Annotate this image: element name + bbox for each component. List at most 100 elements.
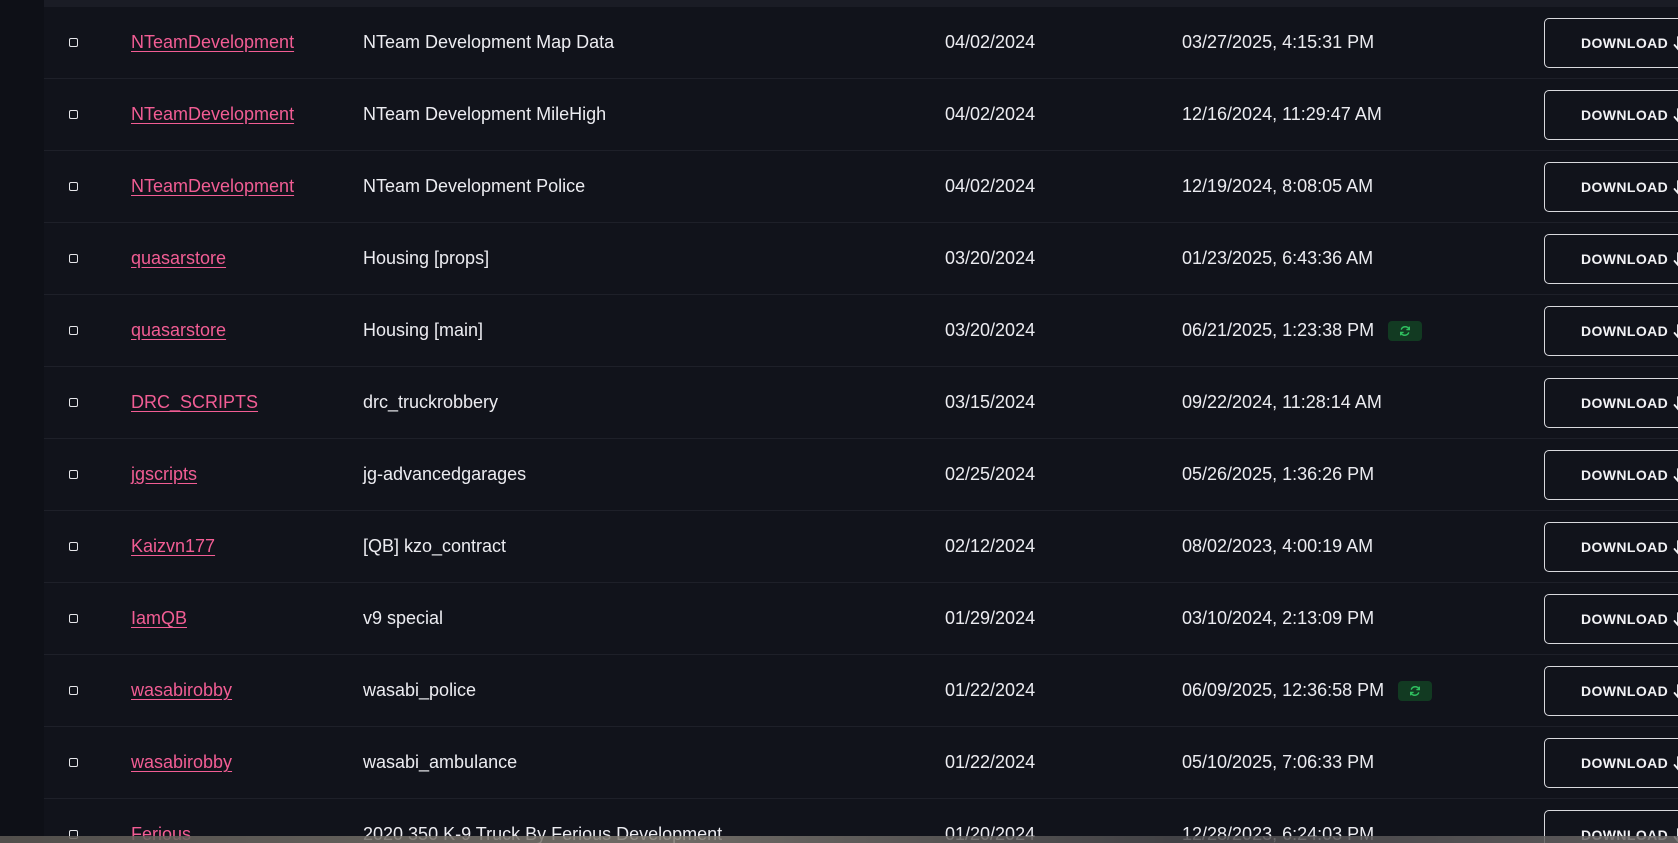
table-row: DRC_SCRIPTS drc_truckrobbery 03/15/2024 … (44, 367, 1678, 439)
table-row: quasarstore Housing [props] 03/20/2024 0… (44, 223, 1678, 295)
download-icon (1673, 683, 1678, 698)
download-icon (1673, 755, 1678, 770)
row-checkbox[interactable] (68, 758, 78, 767)
download-button[interactable]: DOWNLOAD (1544, 665, 1678, 716)
resource-name: wasabi_police (363, 680, 477, 700)
table-row: Kaizvn177 [QB] kzo_contract 02/12/2024 0… (44, 511, 1678, 583)
updated-timestamp: 09/22/2024, 11:28:14 AM (1182, 392, 1382, 412)
row-checkbox[interactable] (68, 614, 78, 623)
download-icon (1673, 251, 1678, 266)
row-checkbox[interactable] (68, 686, 78, 695)
resource-name: Housing [main] (363, 320, 484, 340)
download-button[interactable]: DOWNLOAD (1544, 737, 1678, 788)
updated-timestamp: 08/02/2023, 4:00:19 AM (1182, 536, 1374, 556)
download-button[interactable]: DOWNLOAD (1544, 449, 1678, 500)
download-icon (1673, 467, 1678, 482)
table-header-strip (44, 0, 1678, 7)
row-checkbox[interactable] (68, 38, 78, 47)
download-icon (1673, 179, 1678, 194)
updated-timestamp: 06/21/2025, 1:23:38 PM (1182, 320, 1375, 340)
row-checkbox[interactable] (68, 110, 78, 119)
download-button[interactable]: DOWNLOAD (1544, 17, 1678, 68)
update-available-badge (1398, 680, 1433, 701)
row-checkbox[interactable] (68, 542, 78, 551)
download-button-label: DOWNLOAD (1581, 610, 1669, 627)
download-button-label: DOWNLOAD (1581, 178, 1669, 195)
download-button[interactable]: DOWNLOAD (1544, 377, 1678, 428)
taskbar-edge (0, 836, 1678, 843)
author-link[interactable]: NTeamDevelopment (131, 32, 294, 53)
download-icon (1673, 35, 1678, 50)
created-date: 04/02/2024 (945, 104, 1036, 124)
download-icon (1673, 323, 1678, 338)
updated-timestamp: 12/19/2024, 8:08:05 AM (1182, 176, 1374, 196)
resource-name: v9 special (363, 608, 444, 628)
created-date: 01/22/2024 (945, 680, 1036, 700)
resource-name: NTeam Development Police (363, 176, 586, 196)
resource-name: drc_truckrobbery (363, 392, 499, 412)
download-button-label: DOWNLOAD (1581, 682, 1669, 699)
author-link[interactable]: wasabirobby (131, 680, 232, 701)
created-date: 03/20/2024 (945, 320, 1036, 340)
created-date: 04/02/2024 (945, 32, 1036, 52)
download-button-label: DOWNLOAD (1581, 322, 1669, 339)
table-row: wasabirobby wasabi_police 01/22/2024 06/… (44, 655, 1678, 727)
created-date: 02/25/2024 (945, 464, 1036, 484)
author-link[interactable]: IamQB (131, 608, 187, 629)
row-checkbox[interactable] (68, 254, 78, 263)
table-row: quasarstore Housing [main] 03/20/2024 06… (44, 295, 1678, 367)
created-date: 01/22/2024 (945, 752, 1036, 772)
row-checkbox[interactable] (68, 182, 78, 191)
resource-name: Housing [props] (363, 248, 490, 268)
download-button-label: DOWNLOAD (1581, 538, 1669, 555)
download-button[interactable]: DOWNLOAD (1544, 305, 1678, 356)
download-button-label: DOWNLOAD (1581, 250, 1669, 267)
row-checkbox[interactable] (68, 470, 78, 479)
created-date: 01/29/2024 (945, 608, 1036, 628)
download-button-label: DOWNLOAD (1581, 466, 1669, 483)
author-link[interactable]: Kaizvn177 (131, 536, 215, 557)
resource-name: jg-advancedgarages (363, 464, 527, 484)
row-checkbox[interactable] (68, 398, 78, 407)
author-link[interactable]: NTeamDevelopment (131, 176, 294, 197)
row-checkbox[interactable] (68, 326, 78, 335)
created-date: 03/20/2024 (945, 248, 1036, 268)
download-button-label: DOWNLOAD (1581, 394, 1669, 411)
download-button[interactable]: DOWNLOAD (1544, 521, 1678, 572)
download-button-label: DOWNLOAD (1581, 754, 1669, 771)
download-button[interactable]: DOWNLOAD (1544, 89, 1678, 140)
created-date: 02/12/2024 (945, 536, 1036, 556)
resource-name: NTeam Development MileHigh (363, 104, 607, 124)
updated-timestamp: 01/23/2025, 6:43:36 AM (1182, 248, 1374, 268)
resource-name: wasabi_ambulance (363, 752, 518, 772)
table-row: wasabirobby wasabi_ambulance 01/22/2024 … (44, 727, 1678, 799)
refresh-icon (1410, 685, 1421, 696)
table-row: NTeamDevelopment NTeam Development MileH… (44, 79, 1678, 151)
author-link[interactable]: NTeamDevelopment (131, 104, 294, 125)
updated-timestamp: 03/27/2025, 4:15:31 PM (1182, 32, 1375, 52)
table-body: NTeamDevelopment NTeam Development Map D… (44, 7, 1678, 843)
download-icon (1673, 539, 1678, 554)
download-button[interactable]: DOWNLOAD (1544, 161, 1678, 212)
download-icon (1673, 395, 1678, 410)
download-icon (1673, 611, 1678, 626)
table-row: jgscripts jg-advancedgarages 02/25/2024 … (44, 439, 1678, 511)
author-link[interactable]: wasabirobby (131, 752, 232, 773)
table-row: IamQB v9 special 01/29/2024 03/10/2024, … (44, 583, 1678, 655)
resource-name: [QB] kzo_contract (363, 536, 507, 556)
updated-timestamp: 05/26/2025, 1:36:26 PM (1182, 464, 1375, 484)
updated-timestamp: 03/10/2024, 2:13:09 PM (1182, 608, 1375, 628)
download-button[interactable]: DOWNLOAD (1544, 593, 1678, 644)
updated-timestamp: 12/16/2024, 11:29:47 AM (1182, 104, 1382, 124)
author-link[interactable]: quasarstore (131, 320, 226, 341)
created-date: 04/02/2024 (945, 176, 1036, 196)
resources-table: NTeamDevelopment NTeam Development Map D… (44, 0, 1678, 843)
update-available-badge (1388, 320, 1423, 341)
author-link[interactable]: jgscripts (131, 464, 197, 485)
updated-timestamp: 05/10/2025, 7:06:33 PM (1182, 752, 1375, 772)
page: NTeamDevelopment NTeam Development Map D… (0, 0, 1678, 843)
table-row: NTeamDevelopment NTeam Development Polic… (44, 151, 1678, 223)
author-link[interactable]: DRC_SCRIPTS (131, 392, 258, 413)
download-button[interactable]: DOWNLOAD (1544, 233, 1678, 284)
author-link[interactable]: quasarstore (131, 248, 226, 269)
